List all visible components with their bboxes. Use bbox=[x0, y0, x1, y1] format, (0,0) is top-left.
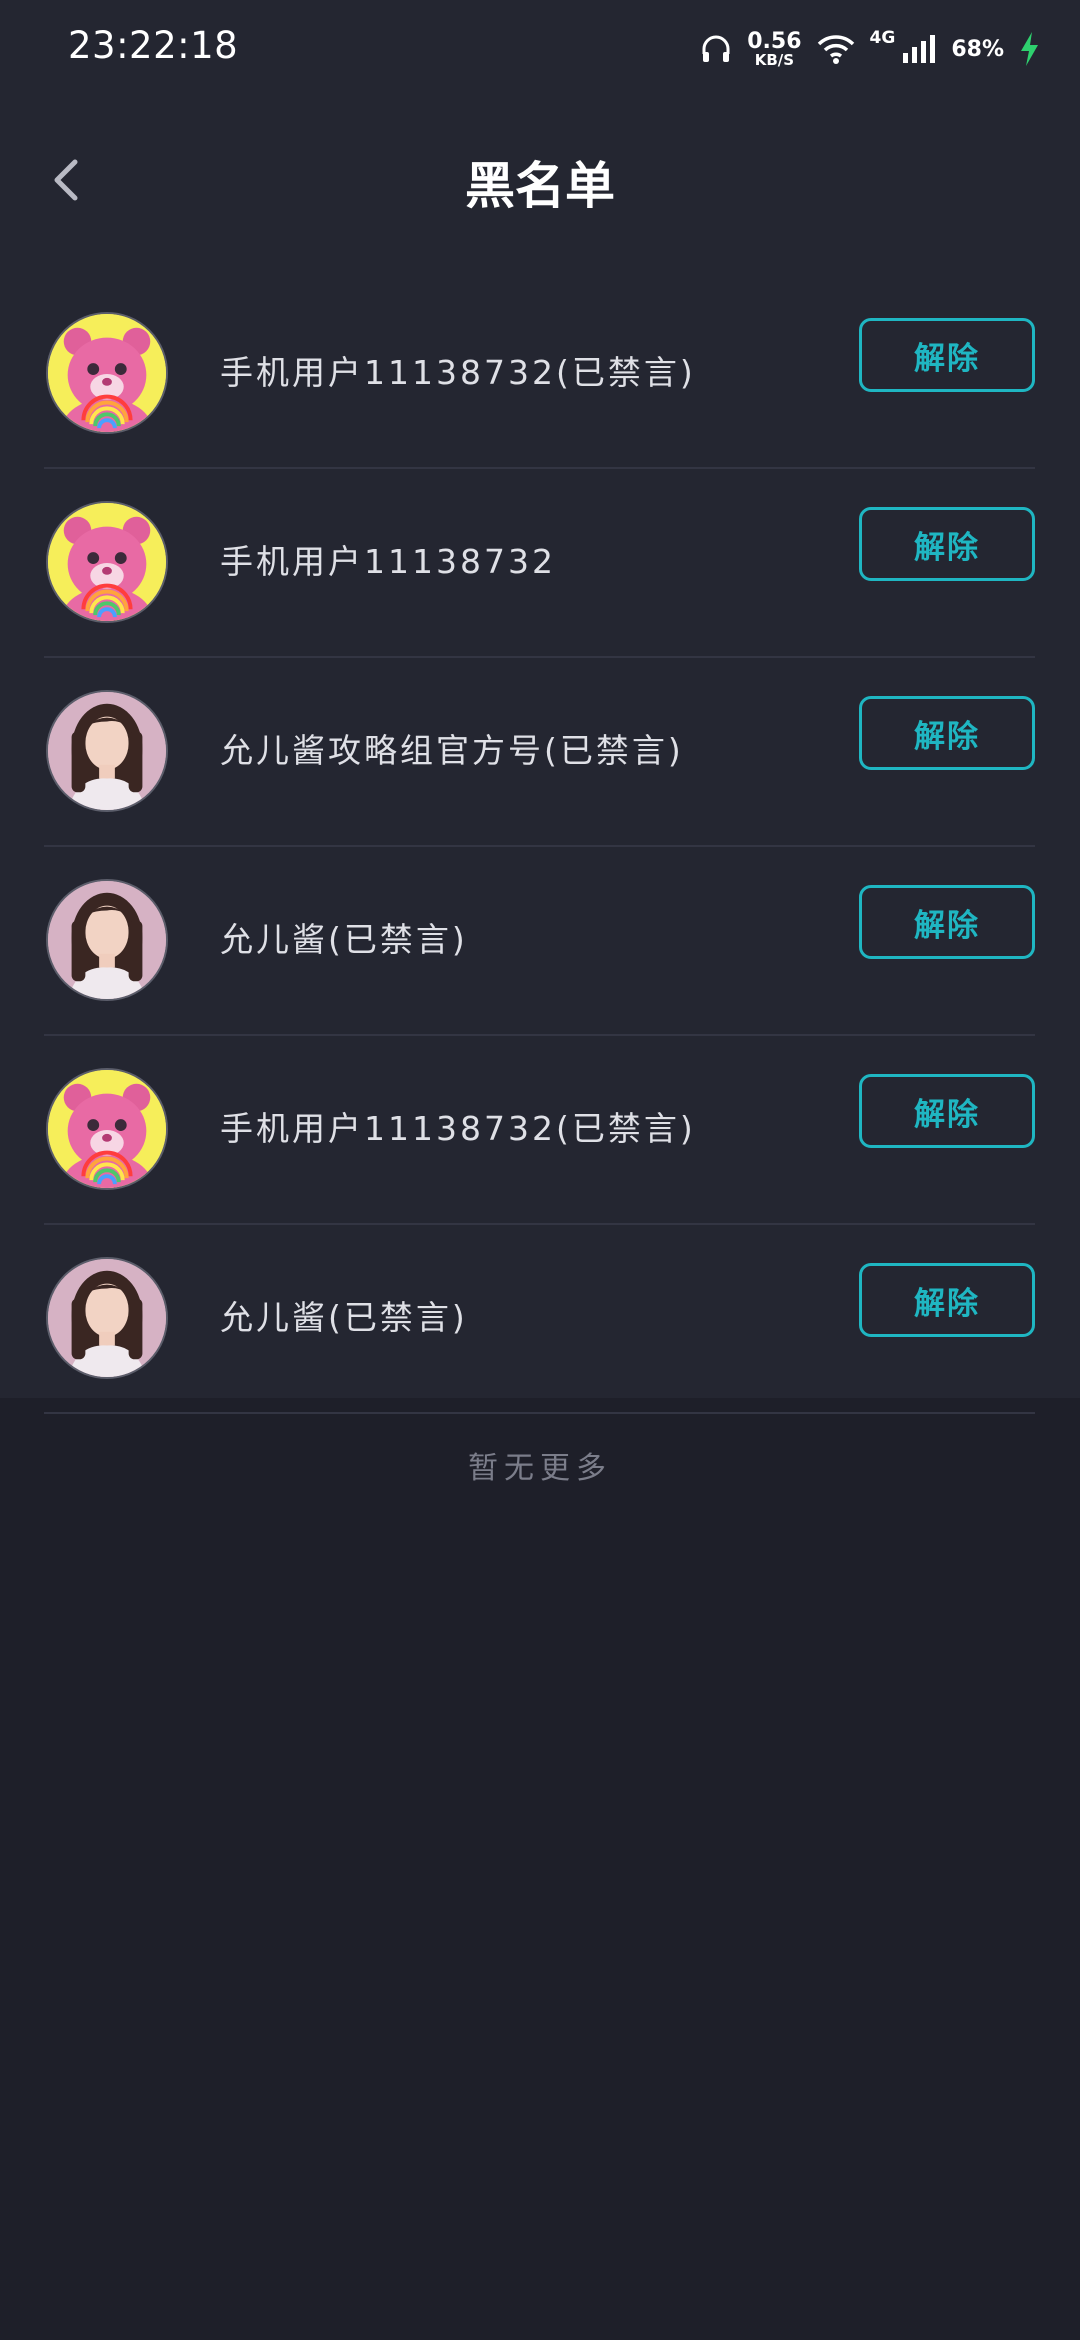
user-name: 允儿酱(已禁言) bbox=[220, 1298, 468, 1337]
remove-button[interactable]: 解除 bbox=[859, 507, 1035, 581]
wifi-icon bbox=[817, 35, 854, 64]
header: 黑名单 bbox=[0, 120, 1080, 240]
remove-button[interactable]: 解除 bbox=[859, 1263, 1035, 1337]
blacklist: 手机用户11138732(已禁言) 解除 手机用户11138732 解除 允儿酱攻略组官… bbox=[44, 280, 1035, 1414]
status-icons: 0.56 KB/S 4G 68% bbox=[699, 24, 1040, 74]
bear-avatar bbox=[48, 314, 166, 432]
user-name: 手机用户11138732(已禁言) bbox=[220, 1109, 696, 1148]
remove-button[interactable]: 解除 bbox=[859, 318, 1035, 392]
net-speed-unit: KB/S bbox=[754, 50, 795, 69]
network-type: 4G bbox=[869, 28, 896, 48]
list-item: 手机用户11138732 解除 bbox=[44, 469, 1035, 658]
remove-button[interactable]: 解除 bbox=[859, 885, 1035, 959]
charging-icon bbox=[1021, 32, 1038, 66]
list-item: 允儿酱(已禁言) 解除 bbox=[44, 1225, 1035, 1414]
bear-avatar bbox=[48, 503, 166, 621]
user-name: 手机用户11138732 bbox=[220, 542, 556, 581]
bear-avatar bbox=[48, 1070, 166, 1188]
list-item: 手机用户11138732(已禁言) 解除 bbox=[44, 280, 1035, 469]
avatar[interactable] bbox=[46, 879, 168, 1001]
avatar[interactable] bbox=[46, 501, 168, 623]
status-time: 23:22:18 bbox=[68, 24, 239, 67]
avatar[interactable] bbox=[46, 690, 168, 812]
user-name: 允儿酱攻略组官方号(已禁言) bbox=[220, 731, 684, 770]
girl-avatar bbox=[48, 881, 166, 999]
girl-avatar bbox=[48, 692, 166, 810]
user-name: 手机用户11138732(已禁言) bbox=[220, 353, 696, 392]
list-item: 允儿酱(已禁言) 解除 bbox=[44, 847, 1035, 1036]
signal-icon bbox=[903, 35, 936, 63]
no-more-text: 暂无更多 bbox=[468, 1451, 612, 1486]
avatar[interactable] bbox=[46, 1257, 168, 1379]
avatar[interactable] bbox=[46, 312, 168, 434]
remove-button[interactable]: 解除 bbox=[859, 1074, 1035, 1148]
list-item: 允儿酱攻略组官方号(已禁言) 解除 bbox=[44, 658, 1035, 847]
girl-avatar bbox=[48, 1259, 166, 1377]
headphones-icon bbox=[702, 35, 730, 62]
list-item: 手机用户11138732(已禁言) 解除 bbox=[44, 1036, 1035, 1225]
status-bar: 23:22:18 0.56 KB/S 4G 68% bbox=[0, 0, 1080, 90]
battery-level: 68% bbox=[951, 36, 1004, 62]
avatar[interactable] bbox=[46, 1068, 168, 1190]
net-speed-value: 0.56 bbox=[747, 28, 802, 54]
page-title: 黑名单 bbox=[465, 157, 615, 215]
remove-button[interactable]: 解除 bbox=[859, 696, 1035, 770]
net-speed: 0.56 KB/S bbox=[747, 28, 802, 69]
user-name: 允儿酱(已禁言) bbox=[220, 920, 468, 959]
